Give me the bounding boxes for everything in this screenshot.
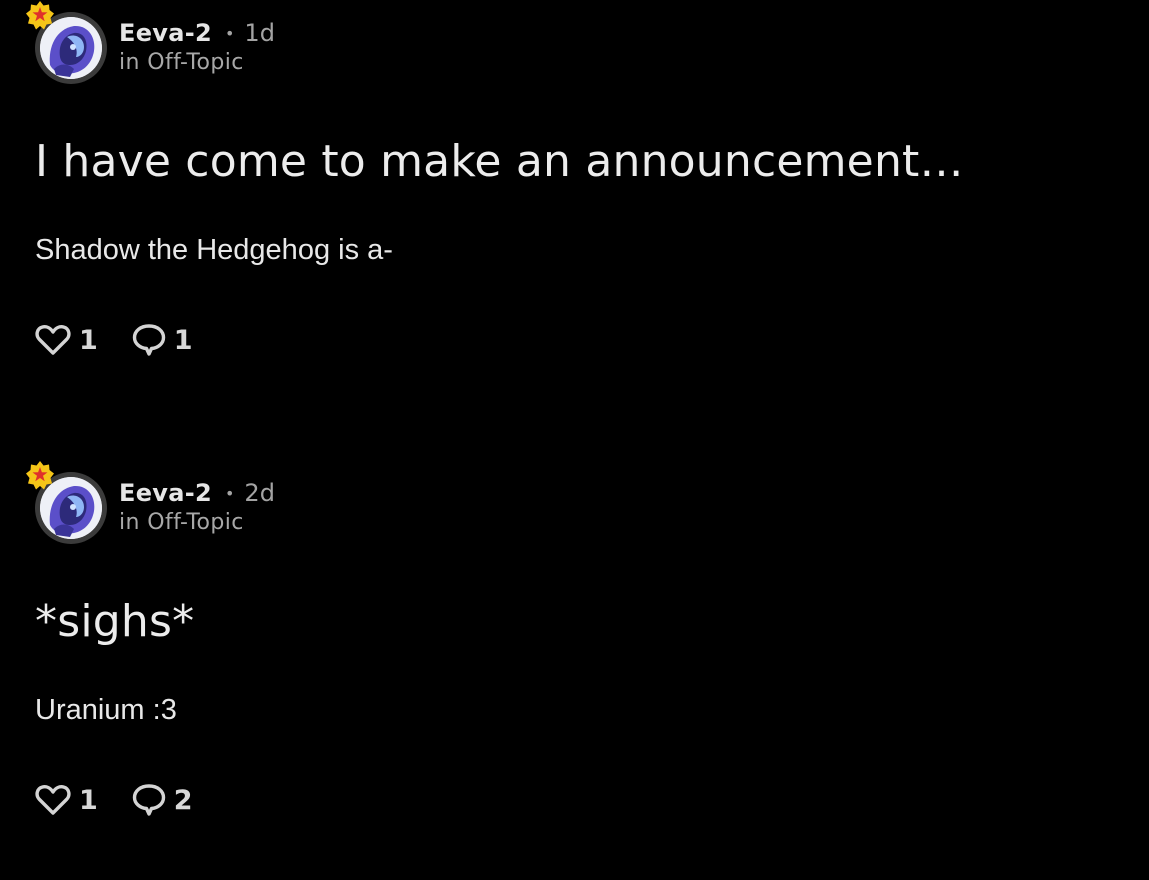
comment-count: 2 [173,784,193,816]
star-badge-icon [25,460,55,490]
like-button[interactable]: 1 [35,324,98,356]
comment-button[interactable]: 2 [132,783,193,817]
post-meta: Eeva-2 • 1d in Off-Topic [119,16,275,75]
author-name[interactable]: Eeva-2 [119,479,212,507]
comment-count: 1 [173,324,193,356]
author-avatar-wrapper[interactable] [26,1,107,84]
comment-button[interactable]: 1 [132,323,193,357]
heart-icon [35,784,71,816]
comment-bubble-icon [132,783,166,817]
post-title[interactable]: I have come to make an announcement… [35,136,964,187]
star-badge-icon [25,0,55,30]
post-actions: 1 2 [35,780,227,820]
author-avatar-wrapper[interactable] [26,461,107,544]
post-card[interactable]: Eeva-2 • 2d in Off-Topic *sighs* Uranium… [0,460,1149,880]
post-card[interactable]: Eeva-2 • 1d in Off-Topic I have come to … [0,0,1149,420]
post-time: 2d [244,479,275,507]
like-count: 1 [79,324,98,356]
meta-separator: • [224,483,235,503]
like-count: 1 [79,784,98,816]
community-link[interactable]: in Off-Topic [119,50,275,75]
post-body[interactable]: Shadow the Hedgehog is a- [35,234,393,267]
post-title[interactable]: *sighs* [35,596,194,647]
post-actions: 1 1 [35,320,227,360]
post-meta: Eeva-2 • 2d in Off-Topic [119,476,275,535]
post-time: 1d [244,19,275,47]
author-name[interactable]: Eeva-2 [119,19,212,47]
meta-separator: • [224,23,235,43]
post-body[interactable]: Uranium :3 [35,694,177,727]
heart-icon [35,324,71,356]
community-link[interactable]: in Off-Topic [119,510,275,535]
like-button[interactable]: 1 [35,784,98,816]
comment-bubble-icon [132,323,166,357]
